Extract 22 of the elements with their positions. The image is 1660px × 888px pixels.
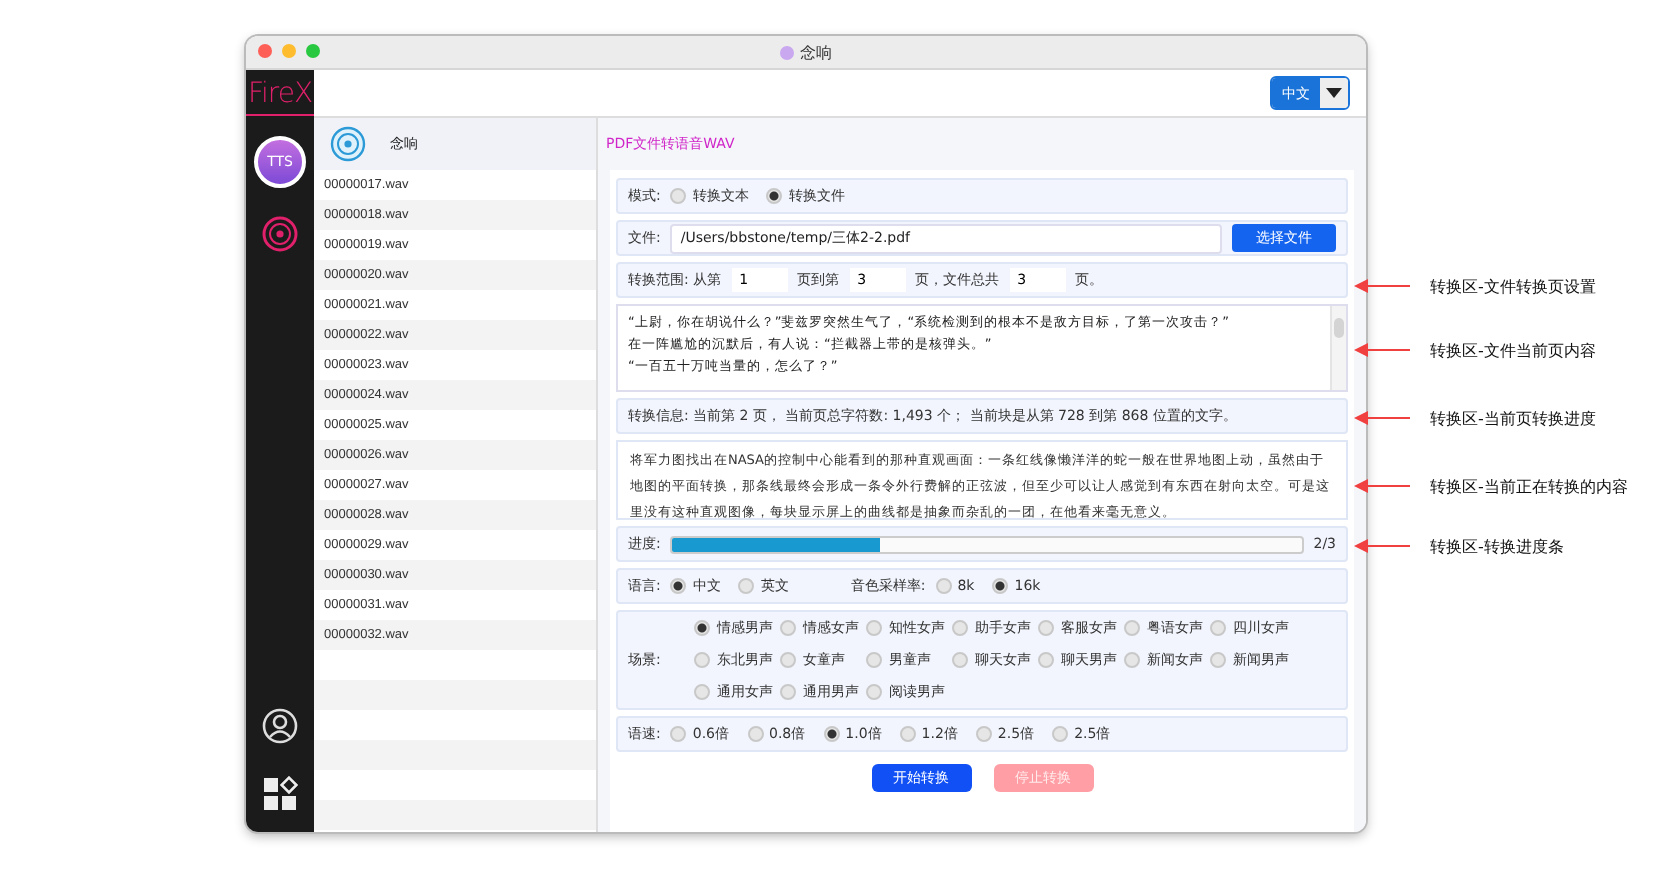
window-title: 念响 — [800, 41, 832, 63]
disc-icon[interactable] — [262, 216, 298, 252]
logo: FireX — [246, 74, 314, 116]
user-icon[interactable] — [262, 708, 298, 744]
caret-icon — [1326, 88, 1342, 98]
arrow — [1354, 342, 1410, 358]
annotation: 转换区-文件转换页设置 — [1430, 275, 1596, 297]
scrollbar[interactable] — [1330, 306, 1346, 390]
arrow — [1354, 410, 1410, 426]
annotation: 转换区-转换进度条 — [1430, 535, 1564, 557]
close-icon[interactable] — [258, 44, 272, 58]
disc-icon — [330, 126, 366, 162]
arrow — [1354, 538, 1410, 554]
app-icon — [780, 45, 794, 59]
arrow — [1354, 478, 1410, 494]
minimize-icon[interactable] — [282, 44, 296, 58]
annotation: 转换区-文件当前页内容 — [1430, 339, 1596, 361]
maximize-icon[interactable] — [306, 44, 320, 58]
annotation: 转换区-当前正在转换的内容 — [1430, 475, 1628, 497]
annotation: 转换区-当前页转换进度 — [1430, 407, 1596, 429]
arrow — [1354, 278, 1410, 294]
apps-icon[interactable] — [262, 776, 298, 812]
